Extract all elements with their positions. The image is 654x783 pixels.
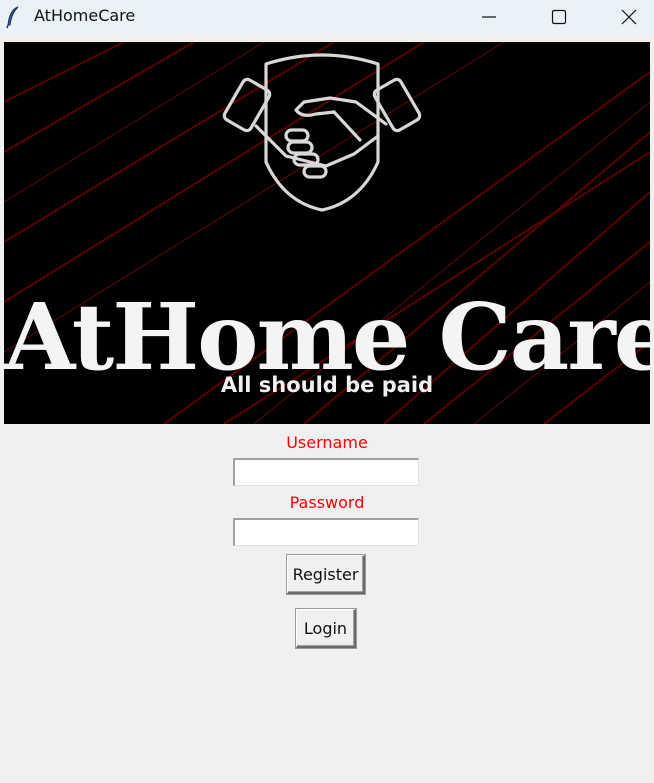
window-title: AtHomeCare <box>34 6 136 25</box>
minimize-button[interactable] <box>466 0 512 34</box>
password-label: Password <box>289 493 365 512</box>
username-label: Username <box>286 433 368 452</box>
brand-banner: AtHome Care All should be paid <box>4 42 650 424</box>
brand-tagline: All should be paid <box>220 373 434 397</box>
password-input[interactable] <box>233 518 419 546</box>
maximize-icon <box>551 9 567 25</box>
username-input[interactable] <box>233 458 419 486</box>
feather-icon <box>6 6 19 29</box>
maximize-button[interactable] <box>536 0 582 34</box>
handshake-shield-icon <box>222 53 422 212</box>
close-icon <box>621 9 637 25</box>
close-button[interactable] <box>606 0 652 34</box>
title-bar: AtHomeCare <box>0 0 654 34</box>
minimize-icon <box>482 16 496 18</box>
register-button[interactable]: Register <box>287 555 365 594</box>
login-button[interactable]: Login <box>296 609 356 648</box>
